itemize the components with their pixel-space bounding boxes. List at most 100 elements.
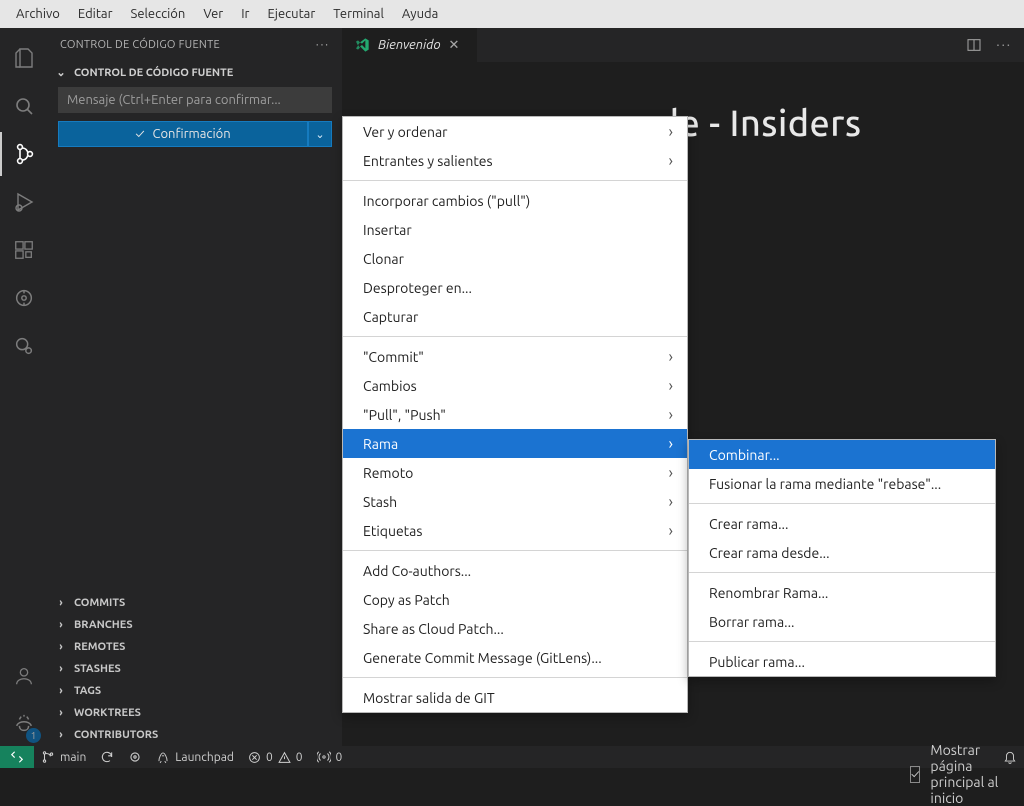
- menu-item-stash[interactable]: Stash: [343, 487, 687, 516]
- git-branch-icon: [41, 750, 55, 764]
- remote-indicator[interactable]: [0, 746, 34, 768]
- sidebar-overflow-icon[interactable]: ···: [316, 39, 330, 51]
- menu-terminal[interactable]: Terminal: [325, 4, 392, 24]
- menu-ayuda[interactable]: Ayuda: [394, 4, 446, 24]
- account-icon[interactable]: [0, 654, 48, 698]
- commit-dropdown[interactable]: ⌄: [308, 121, 332, 147]
- accordion-label: WORKTREES: [74, 707, 141, 719]
- menu-item-delete-branch[interactable]: Borrar rama...: [689, 607, 995, 636]
- menu-item-create-branch[interactable]: Crear rama...: [689, 509, 995, 538]
- menu-item-changes[interactable]: Cambios: [343, 371, 687, 400]
- menu-editar[interactable]: Editar: [70, 4, 121, 24]
- scm-section-header[interactable]: ⌄ CONTROL DE CÓDIGO FUENTE: [48, 62, 342, 87]
- accordion-contributors[interactable]: ›CONTRIBUTORS: [48, 724, 342, 746]
- checkbox-checked-icon: ✓: [910, 766, 920, 783]
- accordion-label: BRANCHES: [74, 619, 133, 631]
- sync-icon: [100, 750, 114, 764]
- settings-container-icon[interactable]: 1: [0, 702, 48, 746]
- warning-icon: [278, 751, 291, 764]
- menu-item-branch[interactable]: Rama: [343, 429, 687, 458]
- chevron-right-icon: ›: [54, 641, 68, 653]
- status-ports[interactable]: 0: [310, 746, 350, 768]
- menu-item-push[interactable]: Insertar: [343, 215, 687, 244]
- search-icon[interactable]: [0, 84, 48, 128]
- menu-item-rebase[interactable]: Fusionar la rama mediante "rebase"...: [689, 469, 995, 498]
- menu-item-clone[interactable]: Clonar: [343, 244, 687, 273]
- menu-separator: [689, 503, 995, 504]
- menu-item-incoming-outgoing[interactable]: Entrantes y salientes: [343, 146, 687, 175]
- gitlens-inspect-icon[interactable]: [0, 324, 48, 368]
- status-warnings: 0: [296, 751, 303, 764]
- status-launchpad[interactable]: Launchpad: [149, 746, 241, 768]
- scm-more-actions-menu[interactable]: Ver y ordenar Entrantes y salientes Inco…: [342, 116, 688, 713]
- chevron-right-icon: ›: [54, 729, 68, 741]
- menu-ver[interactable]: Ver: [195, 4, 231, 24]
- menu-item-fetch[interactable]: Capturar: [343, 302, 687, 331]
- status-branch[interactable]: main: [34, 746, 93, 768]
- status-problems[interactable]: 0 0: [241, 746, 310, 768]
- editor-overflow-icon[interactable]: ···: [996, 38, 1012, 52]
- menu-item-publish-branch[interactable]: Publicar rama...: [689, 647, 995, 676]
- menu-item-share-cloud-patch[interactable]: Share as Cloud Patch...: [343, 614, 687, 643]
- editor-tabs: Bienvenido ✕ ···: [342, 28, 1024, 62]
- menu-separator: [343, 336, 687, 337]
- branch-submenu[interactable]: Combinar... Fusionar la rama mediante "r…: [688, 439, 996, 677]
- accordion-branches[interactable]: › BRANCHES: [48, 614, 342, 636]
- split-editor-icon[interactable]: [966, 37, 982, 53]
- menu-item-merge[interactable]: Combinar...: [689, 440, 995, 469]
- chevron-down-icon: ⌄: [315, 128, 324, 141]
- status-launchpad-label: Launchpad: [175, 751, 234, 764]
- explorer-icon[interactable]: [0, 36, 48, 80]
- accordion-label: REMOTES: [74, 641, 125, 653]
- tab-bienvenido[interactable]: Bienvenido ✕: [342, 28, 477, 62]
- menu-item-generate-commit-msg[interactable]: Generate Commit Message (GitLens)...: [343, 643, 687, 672]
- accordion-remotes[interactable]: › REMOTES: [48, 636, 342, 658]
- menu-archivo[interactable]: Archivo: [8, 4, 68, 24]
- error-icon: [248, 751, 261, 764]
- menu-separator: [343, 550, 687, 551]
- menu-item-checkout[interactable]: Desproteger en...: [343, 273, 687, 302]
- gitlens-icon[interactable]: [0, 276, 48, 320]
- chevron-right-icon: ›: [54, 597, 68, 609]
- menu-item-add-coauthors[interactable]: Add Co-authors...: [343, 556, 687, 585]
- menu-item-create-branch-from[interactable]: Crear rama desde...: [689, 538, 995, 567]
- menu-item-show-git-output[interactable]: Mostrar salida de GIT: [343, 683, 687, 712]
- menu-item-view-sort[interactable]: Ver y ordenar: [343, 117, 687, 146]
- menu-item-rename-branch[interactable]: Renombrar Rama...: [689, 578, 995, 607]
- close-icon[interactable]: ✕: [449, 38, 465, 53]
- scm-section-label: CONTROL DE CÓDIGO FUENTE: [74, 67, 233, 79]
- source-control-icon[interactable]: [0, 132, 48, 176]
- status-ports-count: 0: [336, 751, 343, 764]
- accordion-commits[interactable]: ›COMMITS: [48, 592, 342, 614]
- status-errors: 0: [266, 751, 273, 764]
- chevron-right-icon: ›: [54, 619, 68, 631]
- menu-separator: [343, 180, 687, 181]
- extensions-icon[interactable]: [0, 228, 48, 272]
- sidebar: CONTROL DE CÓDIGO FUENTE ··· ⌄ CONTROL D…: [48, 28, 342, 746]
- menu-separator: [689, 641, 995, 642]
- commit-button[interactable]: ✓ Confirmación: [58, 121, 308, 147]
- status-branch-name: main: [60, 751, 86, 764]
- tab-label: Bienvenido: [378, 38, 441, 52]
- menu-ir[interactable]: Ir: [233, 4, 257, 24]
- accordion-tags[interactable]: ›TAGS: [48, 680, 342, 702]
- status-sync[interactable]: [93, 746, 121, 768]
- accordion-label: TAGS: [74, 685, 101, 697]
- menu-seleccion[interactable]: Selección: [123, 4, 194, 24]
- broadcast-icon: [317, 750, 331, 764]
- menubar[interactable]: Archivo Editar Selección Ver Ir Ejecutar…: [0, 0, 1024, 28]
- check-icon: ✓: [135, 127, 144, 141]
- menu-item-tags[interactable]: Etiquetas: [343, 516, 687, 545]
- menu-item-pull[interactable]: Incorporar cambios ("pull"): [343, 186, 687, 215]
- run-debug-icon[interactable]: [0, 180, 48, 224]
- show-welcome-checkbox[interactable]: ✓ Mostrar página principal al inicio: [910, 742, 1024, 806]
- menu-item-remote[interactable]: Remoto: [343, 458, 687, 487]
- menu-item-commit[interactable]: "Commit": [343, 342, 687, 371]
- accordion-stashes[interactable]: ›STASHES: [48, 658, 342, 680]
- menu-item-pull-push[interactable]: "Pull", "Push": [343, 400, 687, 429]
- menu-ejecutar[interactable]: Ejecutar: [260, 4, 324, 24]
- menu-item-copy-patch[interactable]: Copy as Patch: [343, 585, 687, 614]
- status-gitlens[interactable]: [121, 746, 149, 768]
- accordion-worktrees[interactable]: ›WORKTREES: [48, 702, 342, 724]
- commit-message-input[interactable]: Mensaje (Ctrl+Enter para confirmar...: [58, 87, 332, 113]
